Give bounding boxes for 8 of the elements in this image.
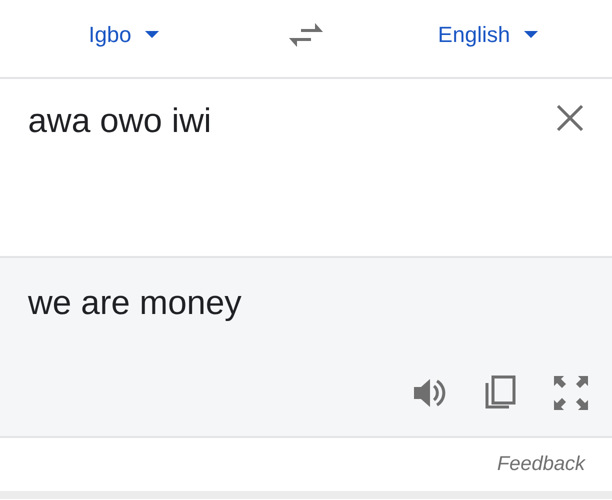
source-text-field[interactable]: awa owo iwi xyxy=(28,99,555,143)
translation-text: we are money xyxy=(28,284,243,324)
caret-icon xyxy=(145,30,160,38)
target-language-selector[interactable]: English xyxy=(432,18,544,52)
swap-icon[interactable] xyxy=(289,22,323,48)
feedback-link[interactable]: Feedback xyxy=(497,453,585,476)
source-language-selector[interactable]: Igbo xyxy=(82,18,166,52)
caret-icon xyxy=(524,30,538,38)
